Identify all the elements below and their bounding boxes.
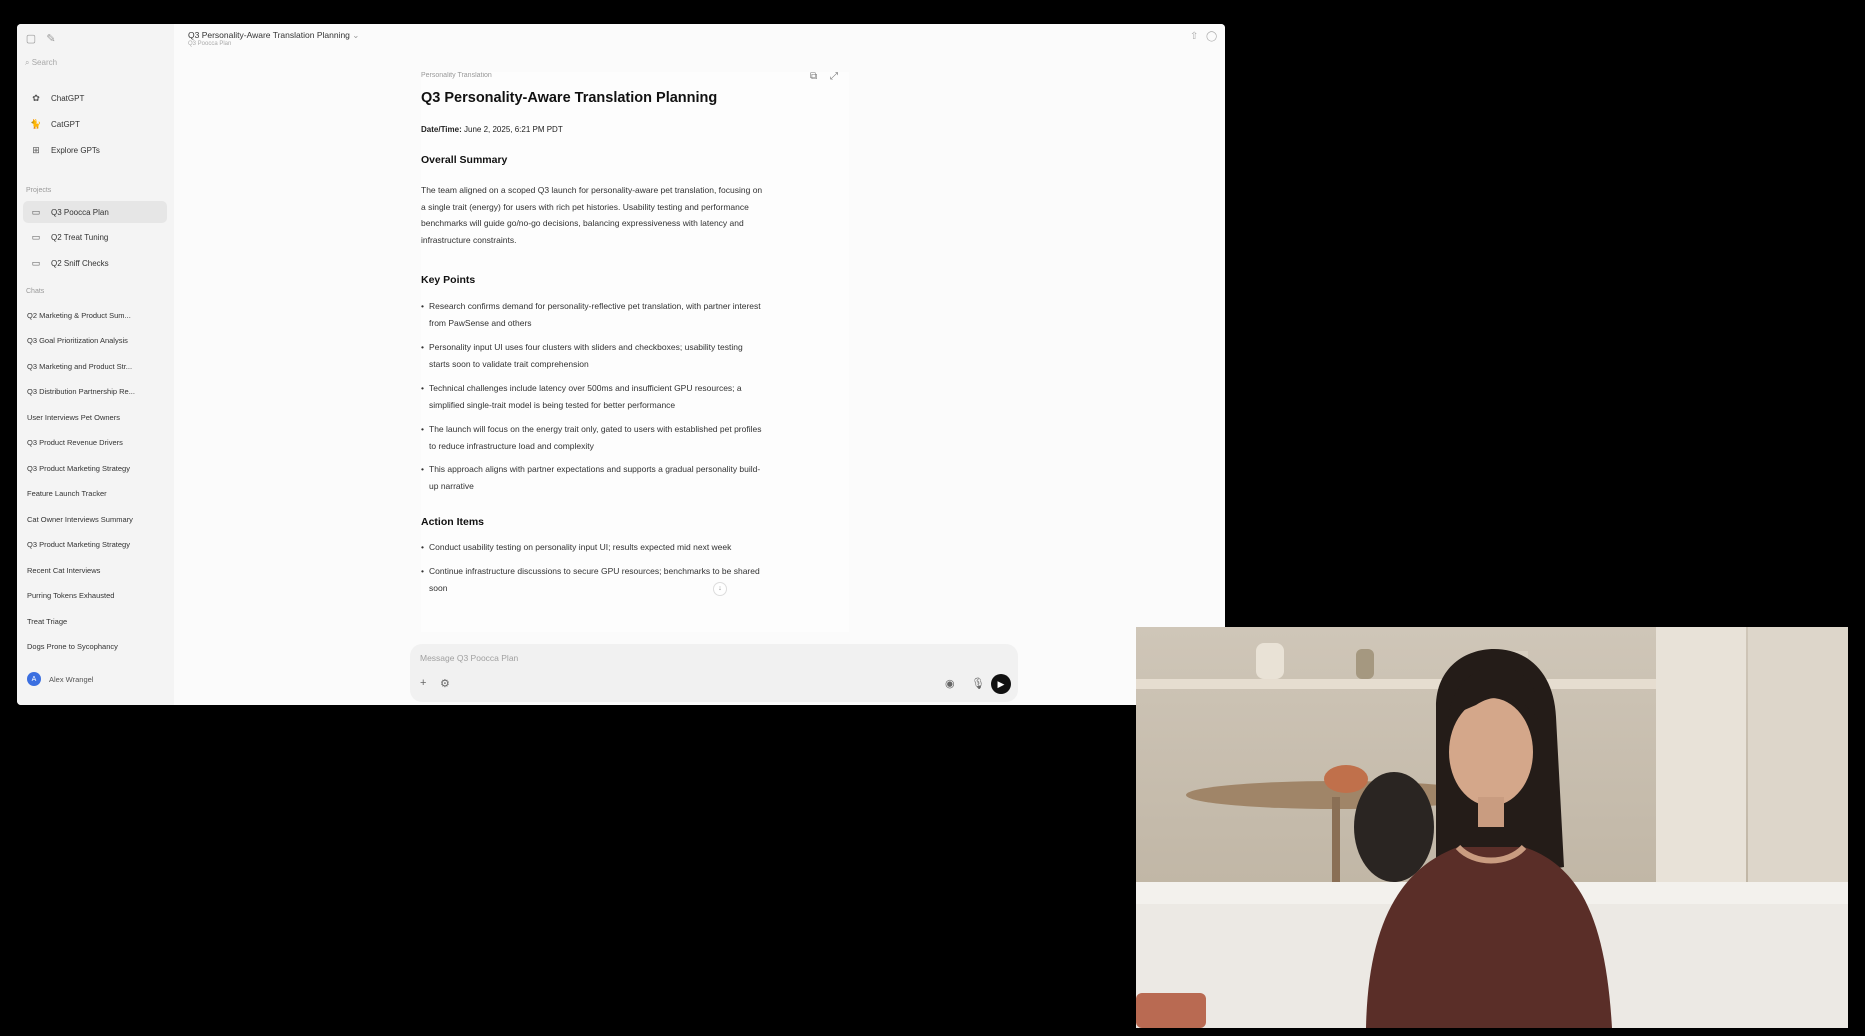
chat-item[interactable]: Q2 Marketing & Product Sum... xyxy=(27,311,167,320)
chat-item[interactable]: Cat Owner Interviews Summary xyxy=(27,515,167,524)
chat-item[interactable]: Purring Tokens Exhausted xyxy=(27,591,167,600)
webcam-video xyxy=(1136,627,1848,1028)
top-bar: Q3 Personality-Aware Translation Plannin… xyxy=(174,24,1225,52)
key-point: Personality input UI uses four clusters … xyxy=(421,339,836,372)
chatgpt-logo-icon: ✿ xyxy=(32,92,40,103)
avatar: A xyxy=(27,672,41,686)
sidebar-item-explore-gpts[interactable]: ⊞ Explore GPTs xyxy=(23,139,167,161)
document-datetime: Date/Time: June 2, 2025, 6:21 PM PDT xyxy=(421,125,563,134)
profile-icon[interactable]: ◯ xyxy=(1206,31,1217,42)
chats-heading: Chats xyxy=(26,288,45,295)
key-point-line: Personality input UI uses four clusters … xyxy=(429,342,743,352)
sidebar-search[interactable]: ⌕ Search xyxy=(25,58,57,68)
summary-line: benchmarks will guide go/no-go decisions… xyxy=(421,218,744,228)
projects-heading: Projects xyxy=(26,187,52,194)
voice-mode-icon[interactable]: ◉ xyxy=(945,677,955,690)
sidebar-item-catgpt[interactable]: 🐈 CatGPT xyxy=(23,113,167,135)
sidebar-toggle-icon[interactable]: ▢ xyxy=(25,33,37,45)
action-item-line: Conduct usability testing on personality… xyxy=(429,542,732,552)
datetime-label: Date/Time: xyxy=(421,125,462,134)
project-item[interactable]: ▭ Q2 Treat Tuning xyxy=(23,226,167,248)
user-profile[interactable]: A Alex Wrangel xyxy=(27,672,93,686)
key-points-heading: Key Points xyxy=(421,274,476,286)
chat-item[interactable]: Q3 Product Marketing Strategy xyxy=(27,540,167,549)
key-point-line: up narrative xyxy=(429,480,474,491)
send-button[interactable]: ▶ xyxy=(991,674,1011,694)
key-point: This approach aligns with partner expect… xyxy=(421,461,836,494)
key-point-line: from PawSense and others xyxy=(429,317,532,328)
summary-line: infrastructure constraints. xyxy=(421,234,517,245)
expand-icon[interactable]: ⤢ xyxy=(830,72,838,82)
project-label: Q3 Poocca Plan xyxy=(51,207,109,217)
key-point: The launch will focus on the energy trai… xyxy=(421,421,836,454)
sidebar-item-label: CatGPT xyxy=(51,119,80,129)
project-item[interactable]: ▭ Q2 Sniff Checks xyxy=(23,252,167,274)
microphone-icon[interactable]: 🎙 xyxy=(971,677,985,690)
chevron-down-icon: ⌄ xyxy=(352,30,360,40)
copy-icon[interactable]: ⧉ xyxy=(810,72,817,82)
search-icon: ⌕ xyxy=(25,58,30,67)
summary-heading: Overall Summary xyxy=(421,154,508,166)
user-name: Alex Wrangel xyxy=(49,674,94,684)
chat-title[interactable]: Q3 Personality-Aware Translation Plannin… xyxy=(188,30,359,41)
key-point-line: Technical challenges include latency ove… xyxy=(429,383,742,393)
tools-icon[interactable]: ⚙ xyxy=(440,677,450,690)
summary-line: a single trait (energy) for users with r… xyxy=(421,201,749,212)
action-items-heading: Action Items xyxy=(421,516,485,528)
grid-icon: ⊞ xyxy=(32,144,40,155)
action-item: Continue infrastructure discussions to s… xyxy=(421,563,836,596)
message-composer: + ⚙ ◉ 🎙 ▶ xyxy=(410,644,1018,702)
summary-line: The team aligned on a scoped Q3 launch f… xyxy=(421,185,763,195)
message-input[interactable] xyxy=(418,652,822,664)
chat-item[interactable]: Treat Triage xyxy=(27,617,167,626)
chat-item[interactable]: Q3 Marketing and Product Str... xyxy=(27,362,167,371)
main-area: Q3 Personality-Aware Translation Plannin… xyxy=(174,24,1225,705)
sidebar-item-label: Explore GPTs xyxy=(51,145,100,155)
chat-item[interactable]: Dogs Prone to Sycophancy xyxy=(27,642,167,651)
share-icon[interactable]: ⇧ xyxy=(1190,31,1198,42)
app-window: ▢ ✎ ⌕ Search ✿ ChatGPT 🐈 CatGPT ⊞ Explor… xyxy=(17,24,1225,705)
document-title: Q3 Personality-Aware Translation Plannin… xyxy=(421,90,718,106)
project-item[interactable]: ▭ Q3 Poocca Plan xyxy=(23,201,167,223)
canvas-document: Personality Translation ⧉ ⤢ Q3 Personali… xyxy=(421,72,849,632)
chat-subtitle: Q3 Poocca Plan xyxy=(188,41,232,47)
chat-item[interactable]: Q3 Product Revenue Drivers xyxy=(27,438,167,447)
key-point-line: This approach aligns with partner expect… xyxy=(429,464,761,474)
plus-icon[interactable]: + xyxy=(420,677,426,689)
action-item-line: Continue infrastructure discussions to s… xyxy=(429,566,760,576)
action-item-line: soon xyxy=(429,582,448,593)
sidebar: ▢ ✎ ⌕ Search ✿ ChatGPT 🐈 CatGPT ⊞ Explor… xyxy=(17,24,175,705)
sidebar-item-chatgpt[interactable]: ✿ ChatGPT xyxy=(23,87,167,109)
key-point: Research confirms demand for personality… xyxy=(421,298,836,331)
key-point-line: to reduce infrastructure load and comple… xyxy=(429,440,594,451)
canvas-label: Personality Translation xyxy=(421,72,492,79)
webcam-scene xyxy=(1136,627,1848,1028)
cat-icon: 🐈 xyxy=(30,118,42,129)
key-point-line: starts soon to validate trait comprehens… xyxy=(429,358,589,369)
chat-title-text: Q3 Personality-Aware Translation Plannin… xyxy=(188,30,350,40)
summary-paragraph: The team aligned on a scoped Q3 launch f… xyxy=(421,182,836,248)
folder-icon: ▭ xyxy=(31,231,41,242)
scroll-down-button[interactable]: ↓ xyxy=(713,582,727,596)
chat-item[interactable]: Q3 Goal Prioritization Analysis xyxy=(27,336,167,345)
chat-item[interactable]: Recent Cat Interviews xyxy=(27,566,167,575)
key-point-line: simplified single-trait model is being t… xyxy=(429,399,676,410)
key-point: Technical challenges include latency ove… xyxy=(421,380,836,413)
folder-icon: ▭ xyxy=(31,206,41,217)
chat-item[interactable]: Q3 Product Marketing Strategy xyxy=(27,464,167,473)
key-point-line: The launch will focus on the energy trai… xyxy=(429,424,762,434)
project-label: Q2 Sniff Checks xyxy=(51,258,109,268)
folder-icon: ▭ xyxy=(31,257,41,268)
chat-item[interactable]: Q3 Distribution Partnership Re... xyxy=(27,387,167,396)
key-point-line: Research confirms demand for personality… xyxy=(429,301,761,311)
waveform-icon: ▶ xyxy=(997,678,1005,689)
search-label: Search xyxy=(31,58,58,67)
action-item: Conduct usability testing on personality… xyxy=(421,539,836,556)
datetime-value: June 2, 2025, 6:21 PM PDT xyxy=(464,125,563,134)
chat-item[interactable]: User Interviews Pet Owners xyxy=(27,413,167,422)
new-chat-icon[interactable]: ✎ xyxy=(45,33,57,45)
sidebar-item-label: ChatGPT xyxy=(51,93,85,103)
project-label: Q2 Treat Tuning xyxy=(51,232,109,242)
chat-item[interactable]: Feature Launch Tracker xyxy=(27,489,167,498)
